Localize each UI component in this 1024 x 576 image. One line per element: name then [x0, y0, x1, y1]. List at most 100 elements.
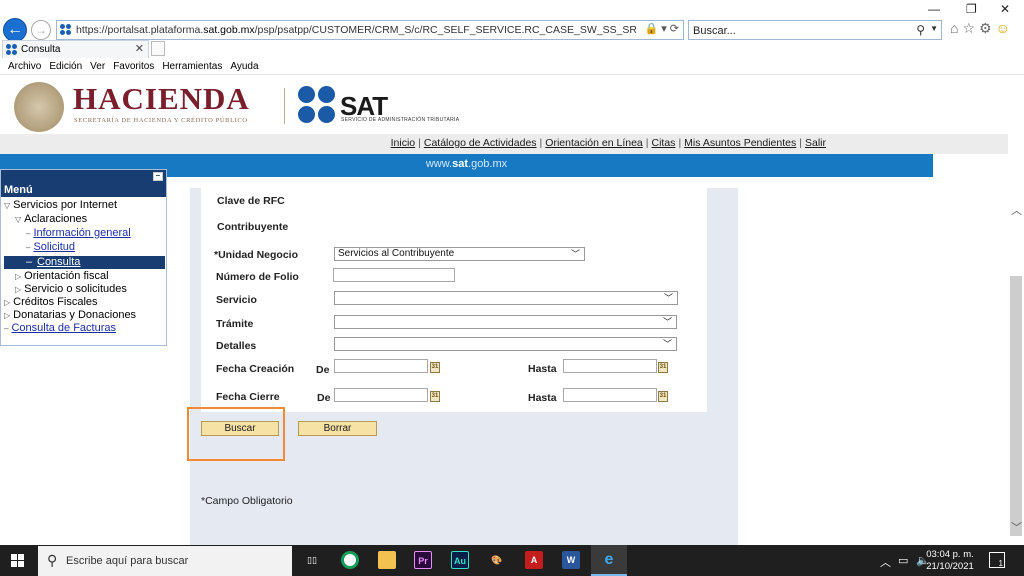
nav-asuntos-pendientes[interactable]: Mis Asuntos Pendientes — [684, 137, 796, 149]
fecha-creacion-hasta-input[interactable] — [563, 359, 657, 373]
url-text: https://portalsat.plataforma.sat.gob.mx/… — [76, 24, 636, 36]
hasta-label: Hasta — [528, 363, 557, 375]
taskbar-clock[interactable]: 03:04 p. m. 21/10/2021 — [925, 549, 975, 573]
folio-label: Número de Folio — [216, 271, 299, 283]
audition-icon[interactable]: Au — [451, 551, 469, 569]
minimize-icon[interactable]: — — [928, 2, 940, 16]
calendar-icon[interactable]: 31 — [658, 391, 668, 402]
borrar-button[interactable]: Borrar — [298, 421, 377, 436]
close-window-icon[interactable]: ✕ — [1000, 2, 1010, 16]
fecha-cierre-label: Fecha Cierre — [216, 391, 280, 403]
scroll-up-icon[interactable]: ︿ — [1011, 202, 1022, 218]
triangle-down-icon: ▽ — [4, 201, 11, 210]
back-arrow-icon[interactable]: ← — [3, 18, 27, 42]
sidebar-item-consulta-facturas[interactable]: – Consulta de Facturas — [4, 322, 116, 334]
dash-icon: – — [26, 243, 31, 252]
contribuyente-label: Contribuyente — [217, 221, 289, 233]
menu-ayuda[interactable]: Ayuda — [230, 61, 258, 72]
nav-salir[interactable]: Salir — [805, 137, 826, 149]
new-tab-button[interactable] — [151, 41, 165, 56]
dash-icon: – — [26, 256, 33, 268]
premiere-icon[interactable]: Pr — [414, 551, 432, 569]
network-icon[interactable]: ▭ — [898, 554, 908, 567]
menu-edicion[interactable]: Edición — [49, 61, 82, 72]
sidebar-item-donatarias[interactable]: ▷ Donatarias y Donaciones — [4, 309, 136, 321]
ie-taskbar-button[interactable]: e — [591, 545, 627, 576]
forward-arrow-icon[interactable]: → — [31, 20, 51, 40]
fecha-creacion-de-input[interactable] — [334, 359, 428, 373]
rfc-label: Clave de RFC — [217, 195, 285, 207]
menu-archivo[interactable]: Archivo — [8, 61, 41, 72]
file-explorer-icon[interactable] — [378, 551, 396, 569]
sidebar-item-informacion-general[interactable]: – Información general — [26, 227, 131, 239]
tramite-select[interactable]: ﹀ — [334, 315, 677, 329]
detalles-label: Detalles — [216, 340, 257, 352]
calendar-icon[interactable]: 31 — [658, 362, 668, 373]
lock-refresh-icons[interactable]: 🔒 ▾ ⟳ — [644, 22, 679, 35]
browser-toolbar-icons: ⌂☆⚙☺ — [950, 20, 1014, 37]
tab-consulta[interactable]: Consulta ✕ — [2, 40, 149, 58]
windows-start-icon[interactable] — [11, 554, 24, 567]
menu-ver[interactable]: Ver — [90, 61, 105, 72]
paint-icon[interactable]: 🎨 — [488, 551, 506, 569]
sidebar-item-orientacion-fiscal[interactable]: ▷ Orientación fiscal — [15, 270, 109, 282]
scroll-thumb[interactable] — [1010, 276, 1022, 536]
sidebar-item-consulta[interactable]: – Consulta — [4, 256, 165, 269]
nav-orientacion[interactable]: Orientación en Línea — [545, 137, 642, 149]
triangle-right-icon: ▷ — [4, 298, 11, 307]
fecha-cierre-hasta-input[interactable] — [563, 388, 657, 402]
word-icon[interactable]: W — [562, 551, 580, 569]
taskbar-search[interactable]: ⚲ Escribe aquí para buscar — [38, 546, 292, 576]
clock-time: 03:04 p. m. — [926, 549, 974, 560]
gear-icon[interactable]: ⚙ — [979, 20, 996, 36]
menu-favoritos[interactable]: Favoritos — [113, 61, 154, 72]
unidad-negocio-label: *Unidad Negocio — [214, 249, 299, 261]
task-view-icon[interactable]: ▯▯ — [303, 551, 321, 569]
browser-search-input[interactable] — [693, 23, 893, 38]
chevron-down-icon[interactable]: ▼ — [930, 24, 938, 33]
page-scrollbar[interactable]: ︿ ﹀ — [1008, 76, 1024, 545]
dash-icon: – — [26, 229, 31, 238]
calendar-icon[interactable]: 31 — [430, 362, 440, 373]
nav-catalogo[interactable]: Catálogo de Actividades — [424, 137, 537, 149]
detalles-select[interactable]: ﹀ — [334, 337, 677, 351]
feedback-smiley-icon[interactable]: ☺ — [996, 20, 1014, 36]
page-header: HACIENDA SECRETARÍA DE HACIENDA Y CRÉDIT… — [0, 76, 1008, 134]
sidebar-item-aclaraciones[interactable]: ▽ Aclaraciones — [15, 213, 87, 225]
close-tab-icon[interactable]: ✕ — [135, 42, 144, 55]
menu-herramientas[interactable]: Herramientas — [162, 61, 222, 72]
nav-inicio[interactable]: Inicio — [391, 137, 416, 149]
chrome-icon[interactable] — [341, 551, 359, 569]
sidebar-item-creditos-fiscales[interactable]: ▷ Créditos Fiscales — [4, 296, 98, 308]
calendar-icon[interactable]: 31 — [430, 391, 440, 402]
notification-icon[interactable]: 1 — [989, 552, 1005, 568]
internet-explorer-icon: e — [604, 551, 614, 568]
browser-menu-bar: Archivo Edición Ver Favoritos Herramientas Ay… — [0, 58, 1024, 75]
servicio-label: Servicio — [216, 294, 257, 306]
chevron-up-icon[interactable]: ︿ — [880, 554, 891, 570]
top-nav: Inicio | Catálogo de Actividades | Orientaci… — [390, 137, 826, 149]
fecha-cierre-de-input[interactable] — [334, 388, 428, 402]
fecha-creacion-label: Fecha Creación — [216, 363, 295, 375]
acrobat-icon[interactable]: A — [525, 551, 543, 569]
sidebar-item-solicitud[interactable]: – Solicitud — [26, 241, 75, 253]
favorites-star-icon[interactable]: ☆ — [962, 20, 979, 36]
restore-icon[interactable]: ❐ — [966, 2, 977, 16]
sidebar-menu: – Menú ▽ Servicios por Internet ▽ Aclaraci… — [0, 169, 167, 346]
unidad-negocio-select[interactable]: Servicios al Contribuyente ﹀ — [334, 247, 585, 261]
sat-subtitle: SERVICIO DE ADMINISTRACIÓN TRIBUTARIA — [341, 117, 460, 123]
sidebar-item-servicios-internet[interactable]: ▽ Servicios por Internet — [4, 199, 117, 211]
triangle-right-icon: ▷ — [4, 311, 11, 320]
url-field[interactable]: https://portalsat.plataforma.sat.gob.mx/… — [56, 20, 684, 40]
folio-input[interactable] — [333, 268, 455, 282]
nav-citas[interactable]: Citas — [652, 137, 676, 149]
home-icon[interactable]: ⌂ — [950, 20, 962, 36]
sat-site-icon — [60, 24, 72, 36]
collapse-icon[interactable]: – — [153, 172, 163, 181]
servicio-select[interactable]: ﹀ — [334, 291, 678, 305]
hacienda-logo-text: HACIENDA — [73, 81, 250, 116]
search-icon[interactable]: ⚲ — [916, 23, 925, 37]
browser-search-field[interactable]: ⚲ ▼ — [688, 20, 942, 40]
scroll-down-icon[interactable]: ﹀ — [1011, 519, 1022, 535]
sidebar-item-servicio-solicitudes[interactable]: ▷ Servicio o solicitudes — [15, 283, 127, 295]
